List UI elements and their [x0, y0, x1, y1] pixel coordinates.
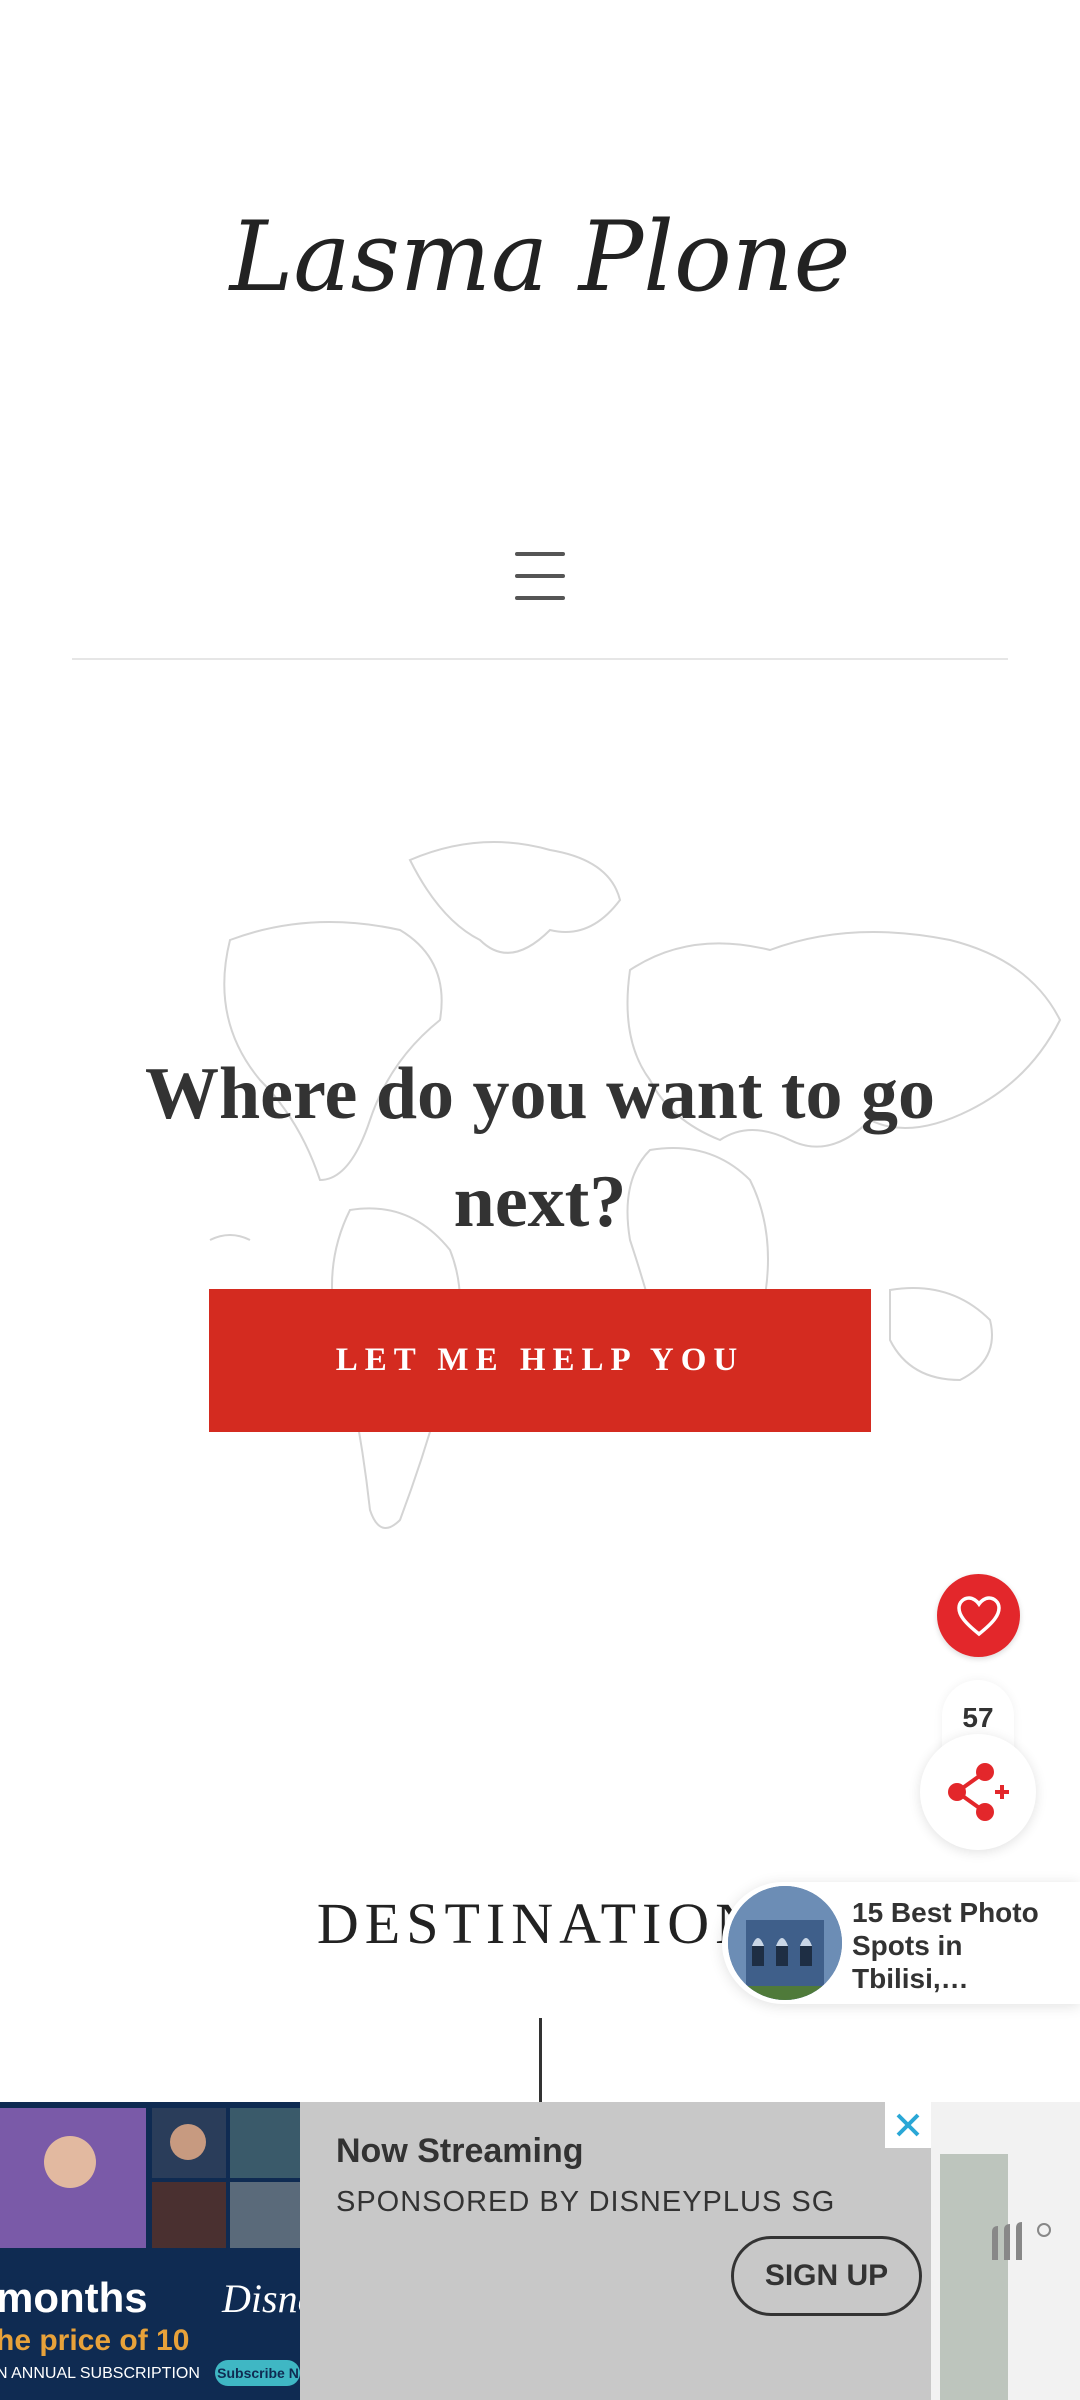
close-icon: [896, 2113, 920, 2137]
hamburger-menu-icon[interactable]: [510, 552, 570, 600]
svg-text:months: months: [0, 2274, 148, 2321]
ad-close-button[interactable]: [885, 2102, 931, 2148]
heart-icon: [956, 1595, 1001, 1636]
header-divider: [72, 658, 1008, 660]
ad-headline: Now Streaming: [336, 2132, 584, 2170]
section-divider: [539, 2018, 542, 2102]
svg-text:N ANNUAL SUBSCRIPTION: N ANNUAL SUBSCRIPTION: [0, 2365, 200, 2382]
share-button[interactable]: [920, 1734, 1036, 1850]
ad-creative[interactable]: Subscribe N Disne months he price of 10 …: [0, 2102, 300, 2400]
ad-side-image: [940, 2154, 1008, 2400]
related-post-title: 15 Best Photo Spots in Tbilisi,…: [852, 1897, 1039, 1994]
site-logo[interactable]: Lasma Plone: [0, 150, 1080, 350]
related-post-card[interactable]: 15 Best Photo Spots in Tbilisi,…: [722, 1882, 1080, 2004]
share-plus-icon: [948, 1763, 1009, 1821]
svg-text:Subscribe N: Subscribe N: [217, 2365, 299, 2381]
ad-network-logo-icon: [992, 2222, 1051, 2260]
like-button[interactable]: [937, 1574, 1020, 1657]
share-widget[interactable]: 57: [920, 1680, 1036, 1850]
ad-sponsor: SPONSORED BY DISNEYPLUS SG: [336, 2186, 836, 2218]
let-me-help-you-button[interactable]: LET ME HELP YOU: [209, 1289, 871, 1432]
site-logo-text: Lasma Plone: [228, 201, 851, 313]
share-count: 57: [962, 1702, 994, 1733]
svg-text:Disne: Disne: [221, 2276, 300, 2321]
hero-title: Where do you want to go next?: [144, 1053, 936, 1243]
ad-sign-up-button[interactable]: SIGN UP: [731, 2236, 922, 2316]
ad-banner[interactable]: Subscribe N Disne months he price of 10 …: [0, 2102, 1080, 2400]
related-post-thumbnail: [728, 1886, 842, 2000]
svg-text:he price of 10: he price of 10: [0, 2324, 189, 2357]
